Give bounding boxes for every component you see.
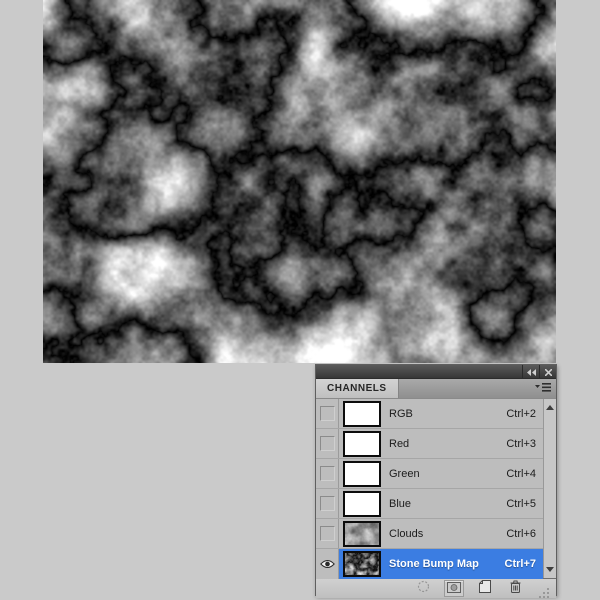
channel-thumbnail <box>343 401 381 427</box>
channel-shortcut: Ctrl+4 <box>506 468 536 480</box>
visibility-well <box>320 526 335 541</box>
close-panel-button[interactable] <box>539 365 556 378</box>
channel-row-content: Blue Ctrl+5 <box>339 489 543 518</box>
channel-name: Blue <box>389 498 506 510</box>
visibility-toggle[interactable] <box>316 549 339 579</box>
channel-shortcut: Ctrl+6 <box>506 528 536 540</box>
channels-panel: CHANNELS <box>315 364 557 596</box>
channel-rows: RGB Ctrl+2 Red Ctrl+3 Green Ctrl <box>316 399 543 578</box>
channel-shortcut: Ctrl+2 <box>506 408 536 420</box>
scroll-down-icon <box>546 567 554 572</box>
channel-row-content: Stone Bump Map Ctrl+7 <box>339 549 543 579</box>
channel-row[interactable]: Stone Bump Map Ctrl+7 <box>316 549 543 579</box>
visibility-well <box>320 466 335 481</box>
channel-list-scrollbar[interactable] <box>543 399 556 578</box>
visibility-toggle[interactable] <box>316 429 339 458</box>
visibility-well <box>320 436 335 451</box>
create-new-channel-icon <box>479 580 491 598</box>
channel-name: Red <box>389 438 506 450</box>
save-selection-as-channel-button[interactable] <box>444 580 464 597</box>
scroll-up-icon <box>546 405 554 410</box>
close-icon <box>545 363 552 381</box>
panel-titlebar <box>316 365 556 379</box>
channel-row-content: Red Ctrl+3 <box>339 429 543 458</box>
tab-channels-label: CHANNELS <box>327 383 387 394</box>
collapse-to-icons-icon <box>527 363 536 381</box>
visibility-toggle[interactable] <box>316 459 339 488</box>
channel-name: Clouds <box>389 528 506 540</box>
panel-menu-icon <box>535 380 551 398</box>
workspace: CHANNELS <box>0 0 600 600</box>
visibility-toggle[interactable] <box>316 519 339 548</box>
collapse-to-icons-button[interactable] <box>522 365 539 378</box>
channel-row-content: RGB Ctrl+2 <box>339 399 543 428</box>
panel-bottom-bar <box>316 579 556 598</box>
channel-row[interactable]: RGB Ctrl+2 <box>316 399 543 429</box>
visibility-well <box>320 406 335 421</box>
save-selection-as-channel-icon <box>447 580 461 598</box>
channel-name: Green <box>389 468 506 480</box>
channel-shortcut: Ctrl+5 <box>506 498 536 510</box>
channel-thumbnail <box>343 431 381 457</box>
channel-shortcut: Ctrl+7 <box>505 558 537 570</box>
visibility-well <box>320 496 335 511</box>
delete-channel-button[interactable] <box>506 581 524 596</box>
channel-thumbnail <box>343 491 381 517</box>
channel-row[interactable]: Red Ctrl+3 <box>316 429 543 459</box>
channel-row[interactable]: Green Ctrl+4 <box>316 459 543 489</box>
channel-row[interactable]: Clouds Ctrl+6 <box>316 519 543 549</box>
scroll-up-button[interactable] <box>544 401 556 414</box>
load-channel-as-selection-icon <box>417 580 430 598</box>
tab-channels[interactable]: CHANNELS <box>316 379 399 398</box>
visibility-toggle[interactable] <box>316 489 339 518</box>
channel-thumbnail <box>343 551 381 577</box>
delete-channel-icon <box>510 580 521 598</box>
channel-row-content: Green Ctrl+4 <box>339 459 543 488</box>
panel-tab-bar: CHANNELS <box>316 379 556 399</box>
panel-resize-grip[interactable] <box>538 586 550 598</box>
panel-menu-button[interactable] <box>534 382 552 395</box>
channel-name: Stone Bump Map <box>389 558 505 570</box>
channel-list: RGB Ctrl+2 Red Ctrl+3 Green Ctrl <box>316 399 556 579</box>
channel-thumbnail <box>343 461 381 487</box>
scroll-down-button[interactable] <box>544 563 556 576</box>
channel-row[interactable]: Blue Ctrl+5 <box>316 489 543 519</box>
channel-thumbnail <box>343 521 381 547</box>
channel-name: RGB <box>389 408 506 420</box>
channel-shortcut: Ctrl+3 <box>506 438 536 450</box>
create-new-channel-button[interactable] <box>476 581 494 596</box>
eye-icon <box>320 559 335 569</box>
load-channel-as-selection-button[interactable] <box>414 581 432 596</box>
channel-row-content: Clouds Ctrl+6 <box>339 519 543 548</box>
visibility-toggle[interactable] <box>316 399 339 428</box>
document-image[interactable] <box>43 0 556 363</box>
